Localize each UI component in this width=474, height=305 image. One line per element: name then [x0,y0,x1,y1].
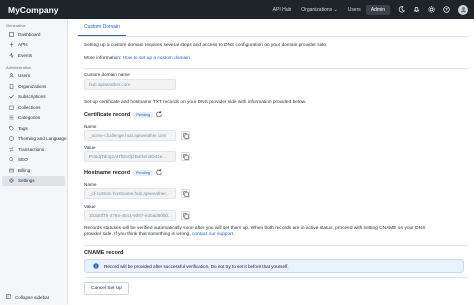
hostname-record-title: Hostname record Pending [84,169,162,177]
copy-icon[interactable] [181,189,190,198]
cert-name-label: Name [84,124,97,129]
chevron-down-icon: ⌄ [333,6,338,13]
avatar[interactable] [458,4,468,15]
nav-users[interactable]: Users [343,7,366,13]
cert-value-label: Value [84,145,96,150]
divider [84,277,468,278]
divider [84,68,468,69]
sidebar-item-settings[interactable]: Settings [2,175,65,186]
sidebar: Generative Dashboard APIs Events Adminis… [0,19,68,305]
dashboard-icon [9,31,14,37]
setup-guide-link[interactable]: How to set up a custom domain. [123,56,192,61]
cname-alert: Record will be provided after successful… [84,259,464,273]
cancel-setup-button[interactable]: Cancel Set Up [84,282,129,295]
host-name-row: _cf-custom-hostname.hub.apiweather... [84,188,190,199]
copy-icon[interactable] [181,211,190,220]
palette-icon [9,136,14,141]
categories-icon [9,115,14,120]
top-icons [398,4,468,15]
more-info: More information: How to set up a custom… [84,56,192,61]
sidebar-item-collections[interactable]: Collections [0,102,67,113]
host-value-field[interactable]: 2b3a0f75-4794-4541-9087-e2bad80bd... [84,210,176,221]
tag-icon [9,126,14,131]
sidebar-item-seo[interactable]: SEO [0,155,67,166]
host-name-field[interactable]: _cf-custom-hostname.hub.apiweather... [84,188,176,199]
sidebar-item-transactions[interactable]: Transactions [0,144,67,155]
status-badge: Pending [133,112,154,118]
info-icon [93,262,99,270]
cert-value-row: PcBdjTdng2Al7fD5OjzB4tNm3D41e... [84,151,190,162]
collections-icon [9,105,14,110]
refresh-icon[interactable] [156,111,163,119]
sidebar-item-categories[interactable]: Categories [0,113,67,124]
users-icon [9,73,14,78]
certificate-record-title: Certificate record Pending [84,111,163,119]
check-icon [9,94,14,99]
verify-text: Records statuses will be verified automa… [84,226,426,238]
gear-icon [9,178,14,183]
sidebar-item-subscriptions[interactable]: Subscriptions [0,92,67,103]
cert-name-row: _acme-challenge.hub.apiweather.com [84,130,190,141]
help-icon[interactable] [443,6,450,13]
sidebar-item-dashboard[interactable]: Dashboard [0,29,67,40]
main-content: Custom Domain Setting up a custom domain… [78,19,468,295]
copy-icon[interactable] [181,152,190,161]
transactions-icon [9,147,14,152]
cert-name-field[interactable]: _acme-challenge.hub.apiweather.com [84,130,176,141]
sidebar-item-theming[interactable]: Theming and Language [0,134,67,145]
tab-bar: Custom Domain [78,19,468,37]
top-nav: API Hub Organizations ⌄ Users Admin [268,4,390,15]
cert-value-field[interactable]: PcBdjTdng2Al7fD5OjzB4tNm3D41e... [84,151,176,162]
setup-text: Set up certificate and hostname TXT reco… [84,100,307,105]
sidebar-section-admin: Administration [6,64,32,70]
host-value-row: 2b3a0f75-4794-4541-9087-e2bad80bd... [84,210,190,221]
divider [84,245,468,246]
apis-icon [9,42,14,47]
brand-logo[interactable]: MyCompany [0,5,190,15]
refresh-icon[interactable] [156,169,162,177]
top-bar: MyCompany API Hub Organizations ⌄ Users … [0,0,474,19]
domain-name-label: Custom domain name [84,72,130,77]
seo-icon [9,157,14,162]
collapse-sidebar-button[interactable]: Collapse sidebar [6,294,49,300]
tab-custom-domain[interactable]: Custom Domain [78,24,126,36]
collapse-icon [6,294,11,300]
copy-icon[interactable] [181,131,190,140]
events-icon [9,52,14,58]
sidebar-section-general: Generative [6,23,26,28]
host-name-label: Name [84,182,97,187]
sidebar-item-tags[interactable]: Tags [0,123,67,134]
contact-support-link[interactable]: contact our support. [192,232,234,237]
bell-icon[interactable] [413,6,420,13]
cname-record-title: CNAME record [84,250,124,256]
organizations-icon [9,84,14,89]
domain-name-field[interactable]: hub.apiweather.com [84,79,176,90]
gear-icon[interactable] [428,6,435,13]
sidebar-item-users[interactable]: Users [0,71,67,82]
nav-admin[interactable]: Admin [365,4,390,15]
moon-icon[interactable] [398,6,405,13]
host-value-label: Value [84,204,96,209]
nav-organizations[interactable]: Organizations ⌄ [296,7,342,13]
sidebar-item-billing[interactable]: Billing [0,165,67,176]
intro-text: Setting up a custom domain requires seve… [84,43,328,48]
nav-api-hub[interactable]: API Hub [268,7,297,13]
sidebar-item-organizations[interactable]: Organizations [0,81,67,92]
billing-icon [9,168,14,173]
sidebar-item-apis[interactable]: APIs [0,40,67,51]
status-badge: Pending [133,170,153,176]
sidebar-item-events[interactable]: Events [0,50,67,61]
